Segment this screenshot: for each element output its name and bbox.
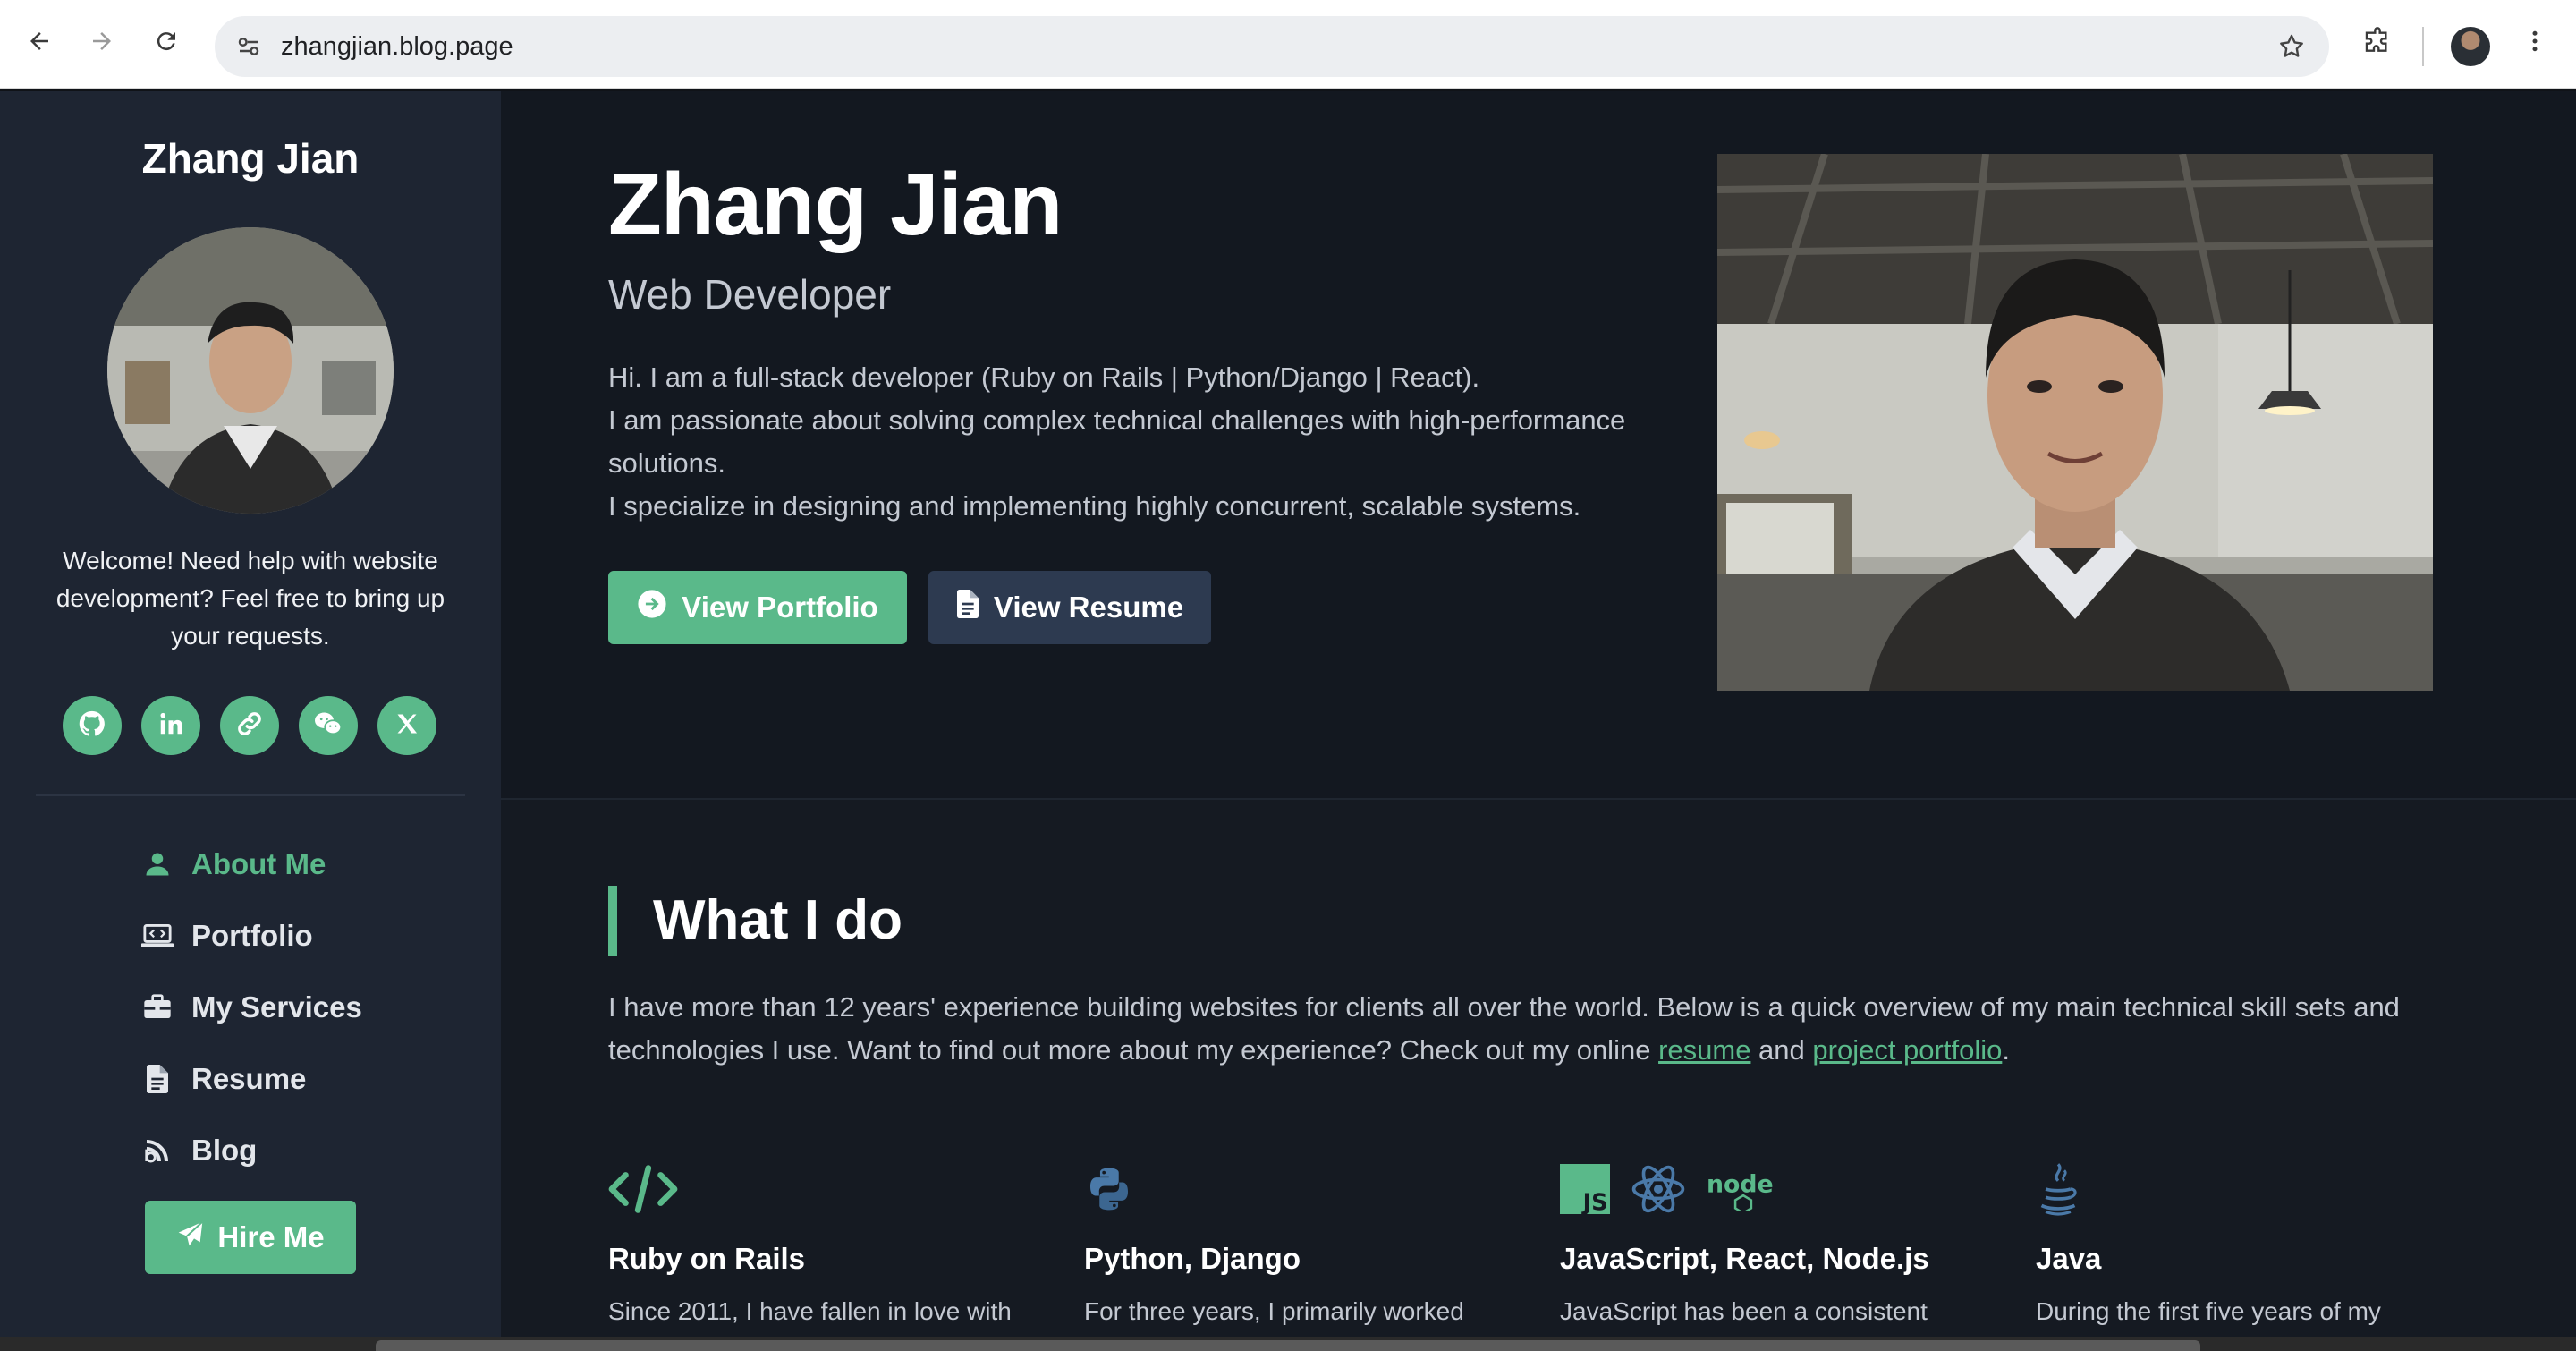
linkedin-link[interactable] [141, 696, 200, 755]
skill-text: Since 2011, I have fallen in love with [608, 1297, 1012, 1325]
extensions-icon[interactable] [2352, 16, 2402, 66]
sidebar-name[interactable]: Zhang Jian [0, 134, 501, 183]
wechat-link[interactable] [299, 696, 358, 755]
python-icon [1084, 1164, 1134, 1219]
view-resume-button[interactable]: View Resume [928, 571, 1211, 644]
file-icon [956, 590, 979, 625]
resume-link[interactable]: resume [1658, 1034, 1750, 1066]
view-resume-label: View Resume [993, 591, 1184, 624]
sidebar-item-label: About Me [191, 847, 326, 880]
hero-bio: Hi. I am a full-stack developer (Ruby on… [608, 356, 1646, 528]
hire-me-label: Hire Me [217, 1220, 325, 1253]
user-icon [140, 846, 175, 882]
arrow-circle-right-icon [637, 589, 667, 626]
github-icon [77, 709, 107, 743]
react-icon [1630, 1162, 1687, 1220]
svg-text:node: node [1707, 1170, 1774, 1198]
sidebar-item-blog[interactable]: Blog [140, 1124, 257, 1177]
laptop-code-icon [140, 918, 175, 954]
address-bar[interactable]: zhangjian.blog.page [215, 16, 2329, 77]
profile-avatar[interactable] [2451, 27, 2490, 66]
javascript-icon: JS [1560, 1163, 1610, 1219]
view-portfolio-label: View Portfolio [682, 591, 878, 624]
website-link[interactable] [220, 696, 279, 755]
sidebar-item-resume[interactable]: Resume [140, 1052, 306, 1106]
skill-title: Ruby on Rails [608, 1242, 806, 1275]
sidebar-item-portfolio[interactable]: Portfolio [140, 909, 313, 963]
skill-card-java: Java During the first five years of my [2036, 1161, 2483, 1326]
wechat-icon [312, 708, 344, 744]
file-icon [140, 1061, 175, 1097]
skill-card-python: Python, Django For three years, I primar… [1084, 1161, 1531, 1326]
horizontal-scrollbar[interactable] [376, 1340, 2200, 1351]
x-link[interactable] [377, 696, 436, 755]
toolbar-divider [2422, 27, 2424, 66]
sidebar-item-label: My Services [191, 990, 362, 1024]
skill-title: Python, Django [1084, 1242, 1301, 1275]
skill-text: For three years, I primarily worked [1084, 1297, 1464, 1325]
main-content: Zhang Jian Web Developer Hi. I am a full… [501, 91, 2576, 1337]
linkedin-icon [157, 710, 184, 742]
svg-text:JS: JS [1581, 1189, 1608, 1214]
bio-line: I specialize in designing and implementi… [608, 490, 1581, 522]
section-title: What I do [608, 886, 902, 956]
bookmark-star-icon[interactable] [2274, 29, 2309, 64]
sidebar-item-my-services[interactable]: My Services [140, 981, 362, 1034]
sidebar-item-about-me[interactable]: About Me [140, 837, 326, 891]
bio-line: Hi. I am a full-stack developer (Ruby on… [608, 361, 1480, 393]
github-link[interactable] [63, 696, 122, 755]
nodejs-icon: node [1707, 1167, 1780, 1216]
sidebar-item-label: Portfolio [191, 919, 313, 952]
skill-card-rails: Ruby on Rails Since 2011, I have fallen … [608, 1161, 1055, 1326]
welcome-text: Welcome! Need help with website developm… [55, 547, 445, 650]
hero-title: Web Developer [608, 271, 892, 318]
url-text[interactable]: zhangjian.blog.page [281, 32, 513, 62]
link-icon [234, 709, 265, 743]
desc-text: and [1750, 1034, 1813, 1066]
bio-line: I am passionate about solving complex te… [608, 404, 1626, 479]
menu-kebab-icon[interactable] [2510, 16, 2560, 66]
hero-name: Zhang Jian [608, 155, 1063, 253]
skill-card-javascript: JS node JavaScript, React, Node.js JavaS… [1560, 1161, 2007, 1326]
sidebar-divider [36, 794, 465, 796]
skill-text: JavaScript has been a consistent [1560, 1297, 1928, 1325]
sidebar: Zhang Jian Welcome! Need help with websi… [0, 91, 501, 1337]
skill-title: JavaScript, React, Node.js [1560, 1242, 1929, 1275]
blog-icon [140, 1133, 175, 1168]
forward-icon[interactable] [77, 16, 127, 66]
skill-title: Java [2036, 1242, 2102, 1275]
back-icon[interactable] [14, 16, 64, 66]
profile-photo [107, 227, 394, 514]
reload-icon[interactable] [141, 16, 191, 66]
desc-text: . [2002, 1034, 2010, 1066]
sidebar-item-label: Resume [191, 1062, 307, 1095]
code-icon [608, 1164, 678, 1219]
java-icon [2036, 1162, 2080, 1220]
site-settings-icon[interactable] [231, 29, 267, 64]
browser-toolbar: zhangjian.blog.page [0, 0, 2576, 89]
paper-plane-icon [176, 1219, 205, 1255]
view-portfolio-button[interactable]: View Portfolio [608, 571, 907, 644]
hero-section: Zhang Jian Web Developer Hi. I am a full… [501, 91, 2576, 800]
hero-photo [1717, 154, 2433, 691]
briefcase-icon [140, 990, 175, 1025]
project-portfolio-link[interactable]: project portfolio [1812, 1034, 2002, 1066]
skill-text: During the first five years of my [2036, 1297, 2381, 1325]
section-description: I have more than 12 years' experience bu… [608, 986, 2433, 1072]
x-icon [394, 711, 419, 741]
sidebar-item-label: Blog [191, 1134, 258, 1167]
hire-me-button[interactable]: Hire Me [145, 1201, 356, 1274]
desc-text: I have more than 12 years' experience bu… [608, 991, 2400, 1066]
